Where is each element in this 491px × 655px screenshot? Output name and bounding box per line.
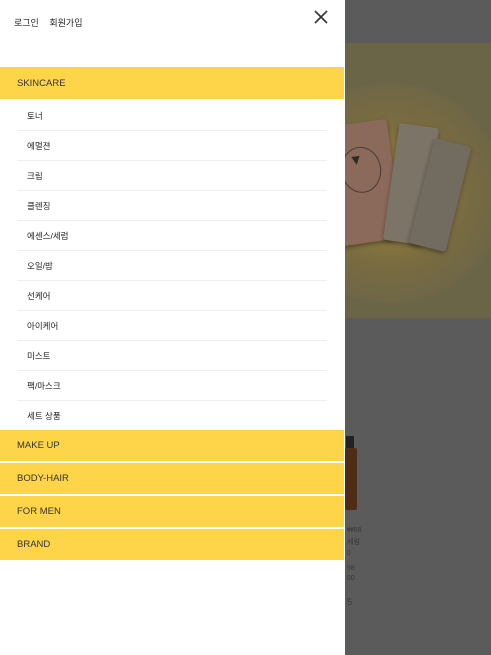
bg-price-text: 00	[347, 575, 355, 582]
category-menu: SKINCARE 토너 에멀젼 크림 클렌징 에센스/세럼 오일/밤 선케어 아…	[0, 67, 344, 562]
close-icon[interactable]	[314, 10, 332, 28]
bg-price-text: ₩88	[347, 527, 362, 534]
signup-link[interactable]: 회원가입	[49, 18, 82, 28]
submenu-item[interactable]: 팩/마스크	[17, 371, 327, 401]
side-drawer: 로그인 회원가입 SKINCARE 토너 에멀젼 크림 클렌징 에센스/세럼 오…	[0, 0, 345, 655]
category-makeup[interactable]: MAKE UP	[0, 430, 344, 463]
category-body-hair[interactable]: BODY-HAIR	[0, 463, 344, 496]
heart-icon: ▼	[350, 152, 362, 168]
submenu-item[interactable]: 아이케어	[17, 311, 327, 341]
category-brand[interactable]: BRAND	[0, 529, 344, 562]
category-for-men[interactable]: FOR MEN	[0, 496, 344, 529]
submenu-item[interactable]: 에멀젼	[17, 131, 327, 161]
bg-product-text: 0	[347, 550, 351, 557]
bg-product-text: 세럼	[347, 539, 360, 546]
submenu-item[interactable]: 크림	[17, 161, 327, 191]
submenu-item[interactable]: 에센스/세럼	[17, 221, 327, 251]
submenu-item[interactable]: 클렌징	[17, 191, 327, 221]
submenu-item[interactable]: 미스트	[17, 341, 327, 371]
submenu-item[interactable]: 토너	[17, 101, 327, 131]
skincare-submenu: 토너 에멀젼 크림 클렌징 에센스/세럼 오일/밤 선케어 아이케어 미스트 팩…	[0, 101, 344, 430]
login-link[interactable]: 로그인	[14, 18, 39, 28]
submenu-item[interactable]: 세트 상품	[17, 401, 327, 430]
auth-links: 로그인 회원가입	[14, 16, 90, 29]
background-product	[345, 448, 357, 510]
sachet-oval	[345, 144, 385, 196]
category-skincare[interactable]: SKINCARE	[0, 67, 344, 101]
submenu-item[interactable]: 선케어	[17, 281, 327, 311]
submenu-item[interactable]: 오일/밤	[17, 251, 327, 281]
bg-price-text: 5	[347, 597, 353, 607]
background-banner: ▼	[345, 43, 491, 318]
